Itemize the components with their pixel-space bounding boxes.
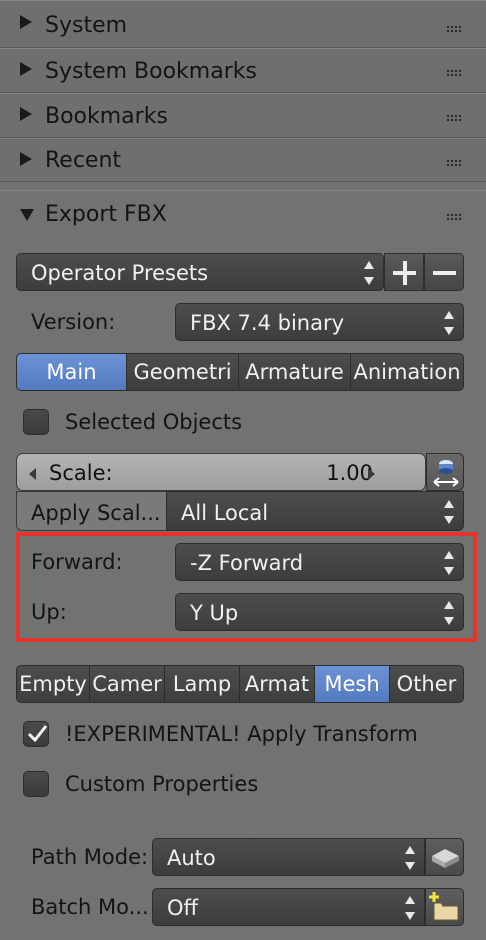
scale-value: 1.00: [326, 461, 373, 485]
decrement-arrow-icon[interactable]: [29, 468, 36, 480]
tab-armature[interactable]: Armature: [238, 353, 351, 391]
batch-own-dir-toggle[interactable]: [425, 888, 464, 926]
panel-title: Recent: [45, 148, 122, 173]
drag-grip-icon[interactable]: [446, 69, 462, 77]
increment-arrow-icon[interactable]: [368, 468, 375, 480]
highlight-box: [16, 532, 477, 642]
custom-properties-checkbox[interactable]: [23, 771, 49, 797]
panel-export-fbx[interactable]: Export FBX: [0, 190, 486, 238]
add-preset-button[interactable]: [384, 253, 424, 291]
path-mode-value: Auto: [167, 846, 216, 870]
custom-properties-label: Custom Properties: [65, 772, 259, 796]
selected-objects-label: Selected Objects: [65, 410, 243, 434]
package-icon: [432, 849, 459, 868]
scale-label: Scale:: [49, 461, 113, 485]
checkmark-icon: [27, 725, 48, 743]
object-type-mesh[interactable]: Mesh: [314, 665, 390, 703]
scale-options-button[interactable]: [426, 453, 464, 491]
panel-system-bookmarks[interactable]: System Bookmarks: [0, 48, 486, 93]
tab-animation[interactable]: Animation: [350, 353, 464, 391]
object-type-armature[interactable]: Armat: [239, 665, 315, 703]
expand-icon: [20, 15, 32, 29]
remove-preset-button[interactable]: [424, 253, 464, 291]
updown-arrows-icon: [404, 896, 416, 920]
path-mode-dropdown[interactable]: Auto: [152, 838, 425, 876]
tab-geometry[interactable]: Geometri: [126, 353, 239, 391]
panel-recent[interactable]: Recent: [0, 138, 486, 182]
panel-title: System: [45, 13, 128, 38]
scale-field[interactable]: Scale: 1.00: [16, 453, 426, 491]
expand-icon: [20, 152, 32, 166]
batch-mode-value: Off: [167, 896, 198, 920]
operator-presets-value: Operator Presets: [31, 261, 209, 285]
collapse-icon: [20, 209, 34, 221]
path-mode-label: Path Mode:: [31, 845, 149, 869]
drag-grip-icon[interactable]: [446, 114, 462, 122]
minus-icon: [433, 271, 456, 275]
version-value: FBX 7.4 binary: [190, 311, 345, 335]
plus-icon: [393, 261, 416, 285]
scale-apply-icon: [433, 460, 459, 487]
apply-scale-value: All Local: [181, 501, 269, 525]
batch-mode-dropdown[interactable]: Off: [152, 888, 425, 926]
apply-transform-checkbox[interactable]: [23, 721, 49, 747]
drag-grip-icon[interactable]: [446, 213, 462, 221]
new-folder-icon: [429, 892, 459, 921]
updown-arrows-icon: [443, 500, 455, 524]
updown-arrows-icon: [404, 846, 416, 870]
object-type-lamp[interactable]: Lamp: [164, 665, 240, 703]
embed-textures-toggle[interactable]: [425, 838, 464, 876]
panel-system[interactable]: System: [0, 0, 486, 48]
drag-grip-icon[interactable]: [446, 25, 462, 33]
panel-bookmarks[interactable]: Bookmarks: [0, 93, 486, 138]
operator-presets-dropdown[interactable]: Operator Presets: [16, 253, 384, 291]
expand-icon: [20, 62, 32, 76]
updown-arrows-icon: [443, 311, 455, 335]
object-type-other[interactable]: Other: [389, 665, 464, 703]
selected-objects-checkbox[interactable]: [23, 409, 49, 435]
version-dropdown[interactable]: FBX 7.4 binary: [175, 303, 464, 341]
drag-grip-icon[interactable]: [446, 159, 462, 167]
panel-title: Bookmarks: [45, 104, 168, 129]
expand-icon: [20, 107, 32, 121]
apply-scale-dropdown[interactable]: All Local: [166, 491, 464, 531]
batch-mode-label: Batch Mo...: [31, 895, 149, 919]
object-type-camera[interactable]: Camer: [89, 665, 165, 703]
apply-scale-label: Apply Scal...: [31, 501, 161, 525]
updown-arrows-icon: [363, 261, 375, 285]
object-type-empty[interactable]: Empty: [16, 665, 90, 703]
panel-title: Export FBX: [45, 202, 167, 227]
panel-title: System Bookmarks: [45, 59, 257, 84]
apply-transform-label: !EXPERIMENTAL! Apply Transform: [65, 722, 418, 746]
tab-main[interactable]: Main: [16, 353, 127, 391]
version-label: Version:: [31, 310, 116, 334]
